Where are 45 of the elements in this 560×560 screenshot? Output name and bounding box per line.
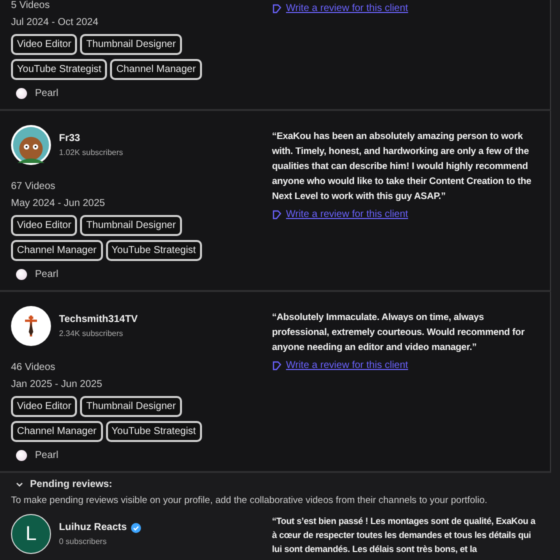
role-tag: Video Editor — [11, 34, 78, 55]
pearl-tier-icon — [16, 88, 27, 99]
write-review-link[interactable]: Write a review for this client — [272, 360, 408, 371]
role-tag: Channel Manager — [11, 240, 102, 261]
date-range: May 2024 - Jun 2025 — [11, 198, 106, 209]
role-tag: YouTube Strategist — [106, 421, 202, 442]
video-count: 67 Videos — [11, 181, 56, 192]
pending-note: To make pending reviews visible on your profile, add the collaborative videos from their channels to your portfolio. — [11, 495, 488, 506]
role-tag: Channel Manager — [11, 421, 102, 442]
role-tag: Video Editor — [11, 215, 78, 236]
video-count: 5 Videos — [11, 0, 51, 11]
date-range: Jan 2025 - Jun 2025 — [11, 379, 104, 390]
role-tag: Video Editor — [11, 396, 78, 417]
role-tag: Thumbnail Designer — [80, 34, 182, 55]
role-tag: Thumbnail Designer — [80, 396, 182, 417]
edit-icon — [272, 210, 282, 220]
channel-name: Techsmith314TV — [59, 314, 138, 325]
review-quote: “Absolutely Immaculate. Always on time, always professional, extremely courteous. Would recommend for anyone needing an editor and video manager.” — [272, 311, 526, 355]
date-range: Jul 2024 - Oct 2024 — [11, 17, 100, 28]
channel-name: Fr33 — [59, 133, 80, 144]
role-tag: Channel Manager — [110, 59, 202, 80]
tier-label: Pearl — [35, 88, 58, 99]
avatar — [11, 125, 51, 165]
avatar: L — [11, 514, 51, 554]
pending-reviews-toggle[interactable]: Pending reviews: — [15, 479, 541, 490]
edit-icon — [272, 360, 282, 370]
chevron-icon — [15, 480, 24, 489]
review-quote: “ExaKou has been an absolutely amazing person to work with. Timely, honest, and hardworking are only a few of the qualities that can describe him! I would highly recommend anyone who would like to take their Content Creation to the Next Level to work with this guy ASAP.” — [272, 130, 532, 204]
pearl-tier-icon — [16, 450, 27, 461]
avatar — [11, 306, 51, 346]
tier-label: Pearl — [35, 269, 58, 280]
subscriber-count: 1.02K subscribers — [59, 148, 124, 157]
subscriber-count: 0 subscribers — [59, 537, 107, 546]
channel-name: Luihuz Reacts — [59, 522, 127, 533]
edit-icon — [272, 4, 282, 14]
role-tag: YouTube Strategist — [11, 59, 108, 80]
video-count: 46 Videos — [11, 362, 56, 373]
write-review-link[interactable]: Write a review for this client — [272, 3, 408, 14]
write-review-link[interactable]: Write a review for this client — [272, 209, 408, 220]
pearl-tier-icon — [16, 269, 27, 280]
role-tag: Thumbnail Designer — [80, 215, 182, 236]
review-quote: “Tout s’est bien passé ! Les montages sont de qualité, ExaKou a à cœur de respecter toutes les demandes et tous les détails qui lui sont demandés. Les délais sont très bons, et la — [272, 515, 536, 556]
role-tag: YouTube Strategist — [106, 240, 202, 261]
subscriber-count: 2.34K subscribers — [59, 329, 124, 338]
tier-label: Pearl — [35, 450, 58, 461]
